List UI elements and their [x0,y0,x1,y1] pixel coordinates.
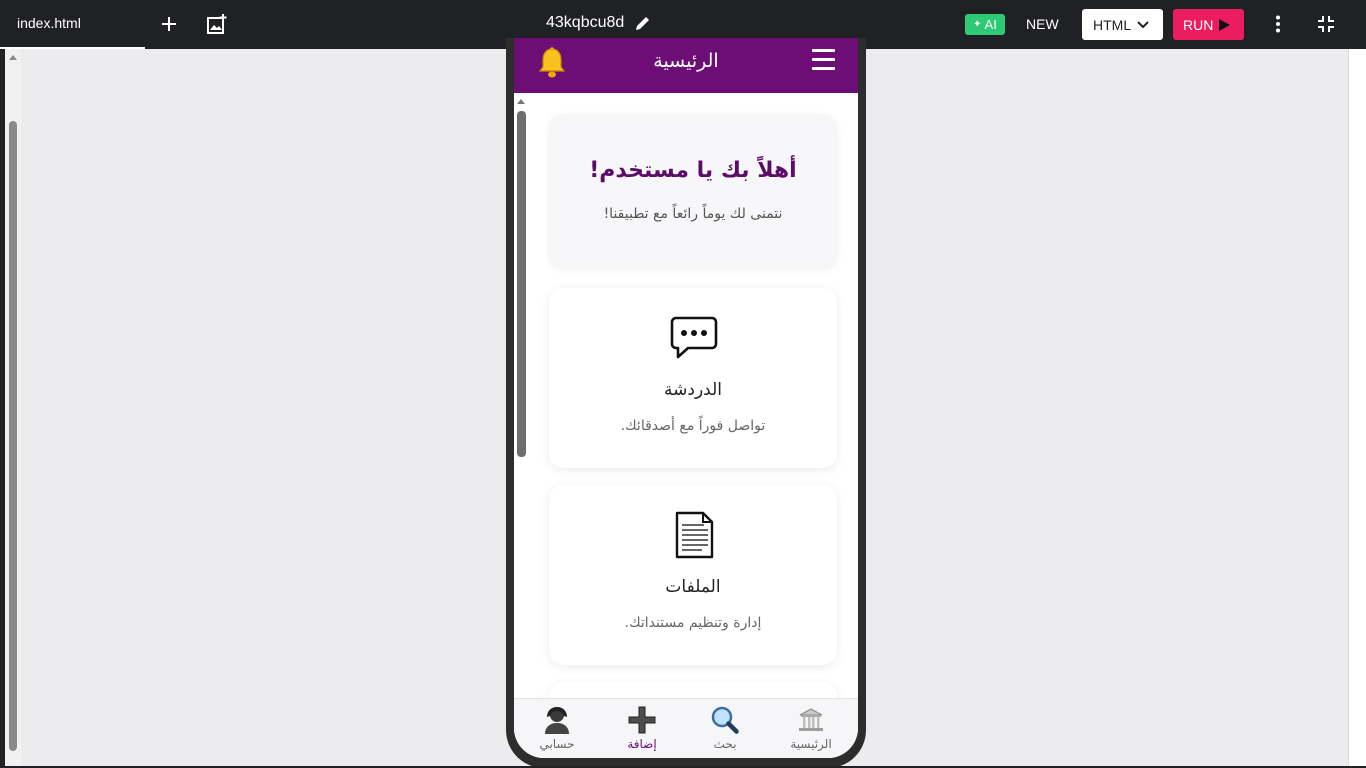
chat-bubble-icon [670,316,718,359]
add-image-icon[interactable] [205,12,229,36]
feature-card-files[interactable]: الملفات إدارة وتنظيم مستنداتك. [549,485,837,665]
document-icon [675,511,714,559]
new-button[interactable]: NEW [1026,16,1059,32]
nav-item-add[interactable]: إضافة [607,705,677,757]
card-description: تواصل فوراً مع أصدقائك. [620,418,766,434]
project-name[interactable]: 43kqbcu8d [546,14,624,32]
search-icon [711,706,739,734]
more-vert-icon[interactable] [1266,12,1290,36]
card-title: الدردشة [664,380,722,400]
collapse-icon[interactable] [1314,12,1338,36]
bottom-navigation: حسابي إضافة بحث الرئيسية [514,698,858,758]
scrollbar-thumb[interactable] [517,111,526,457]
nav-label: بحث [713,737,737,751]
nav-label: الرئيسية [790,737,832,751]
preview-scrollbar[interactable] [5,49,21,768]
pencil-icon[interactable] [634,14,654,34]
file-tab-index[interactable]: index.html [0,0,145,49]
app-scrollbar[interactable] [515,95,527,705]
plus-icon [628,706,656,734]
file-tab-label: index.html [17,15,81,31]
language-select-value: HTML [1093,16,1132,33]
phone-screen: الرئيسية أهلاً بك يا مستخدم! نتمنى لك يو… [514,38,858,758]
feature-card-chat[interactable]: الدردشة تواصل فوراً مع أصدقائك. [549,288,837,468]
app-header: الرئيسية [514,38,858,93]
chevron-down-icon [1137,20,1149,28]
language-select[interactable]: HTML [1082,9,1163,40]
ai-button-label: AI [984,17,997,32]
nav-label: إضافة [627,737,657,751]
preview-right-edge [1348,49,1366,768]
welcome-subtitle: نتمنى لك يوماً رائعاً مع تطبيقنا! [603,206,783,222]
run-button-label: RUN [1183,16,1214,33]
add-file-icon[interactable] [157,12,181,36]
hamburger-menu-icon[interactable] [812,49,836,73]
sparkle-icon: ✦ [973,19,982,30]
scroll-up-arrow-icon[interactable] [9,55,17,60]
header-title: الرئيسية [653,50,719,72]
nav-label: حسابي [539,737,575,751]
scroll-up-arrow-icon[interactable] [517,99,525,104]
nav-item-home[interactable]: الرئيسية [776,705,846,757]
home-icon [799,708,823,731]
card-description: إدارة وتنظيم مستنداتك. [624,615,762,631]
nav-item-search[interactable]: بحث [690,705,760,757]
welcome-card: أهلاً بك يا مستخدم! نتمنى لك يوماً رائعا… [549,114,837,268]
welcome-title: أهلاً بك يا مستخدم! [589,158,797,183]
scrollbar-thumb[interactable] [9,121,17,751]
user-icon [545,707,569,734]
card-title: الملفات [665,577,721,597]
play-icon [1219,18,1231,31]
ai-button[interactable]: ✦ AI [965,14,1005,35]
phone-frame: الرئيسية أهلاً بك يا مستخدم! نتمنى لك يو… [506,38,866,768]
run-button[interactable]: RUN [1173,9,1244,40]
nav-item-account[interactable]: حسابي [522,705,592,757]
